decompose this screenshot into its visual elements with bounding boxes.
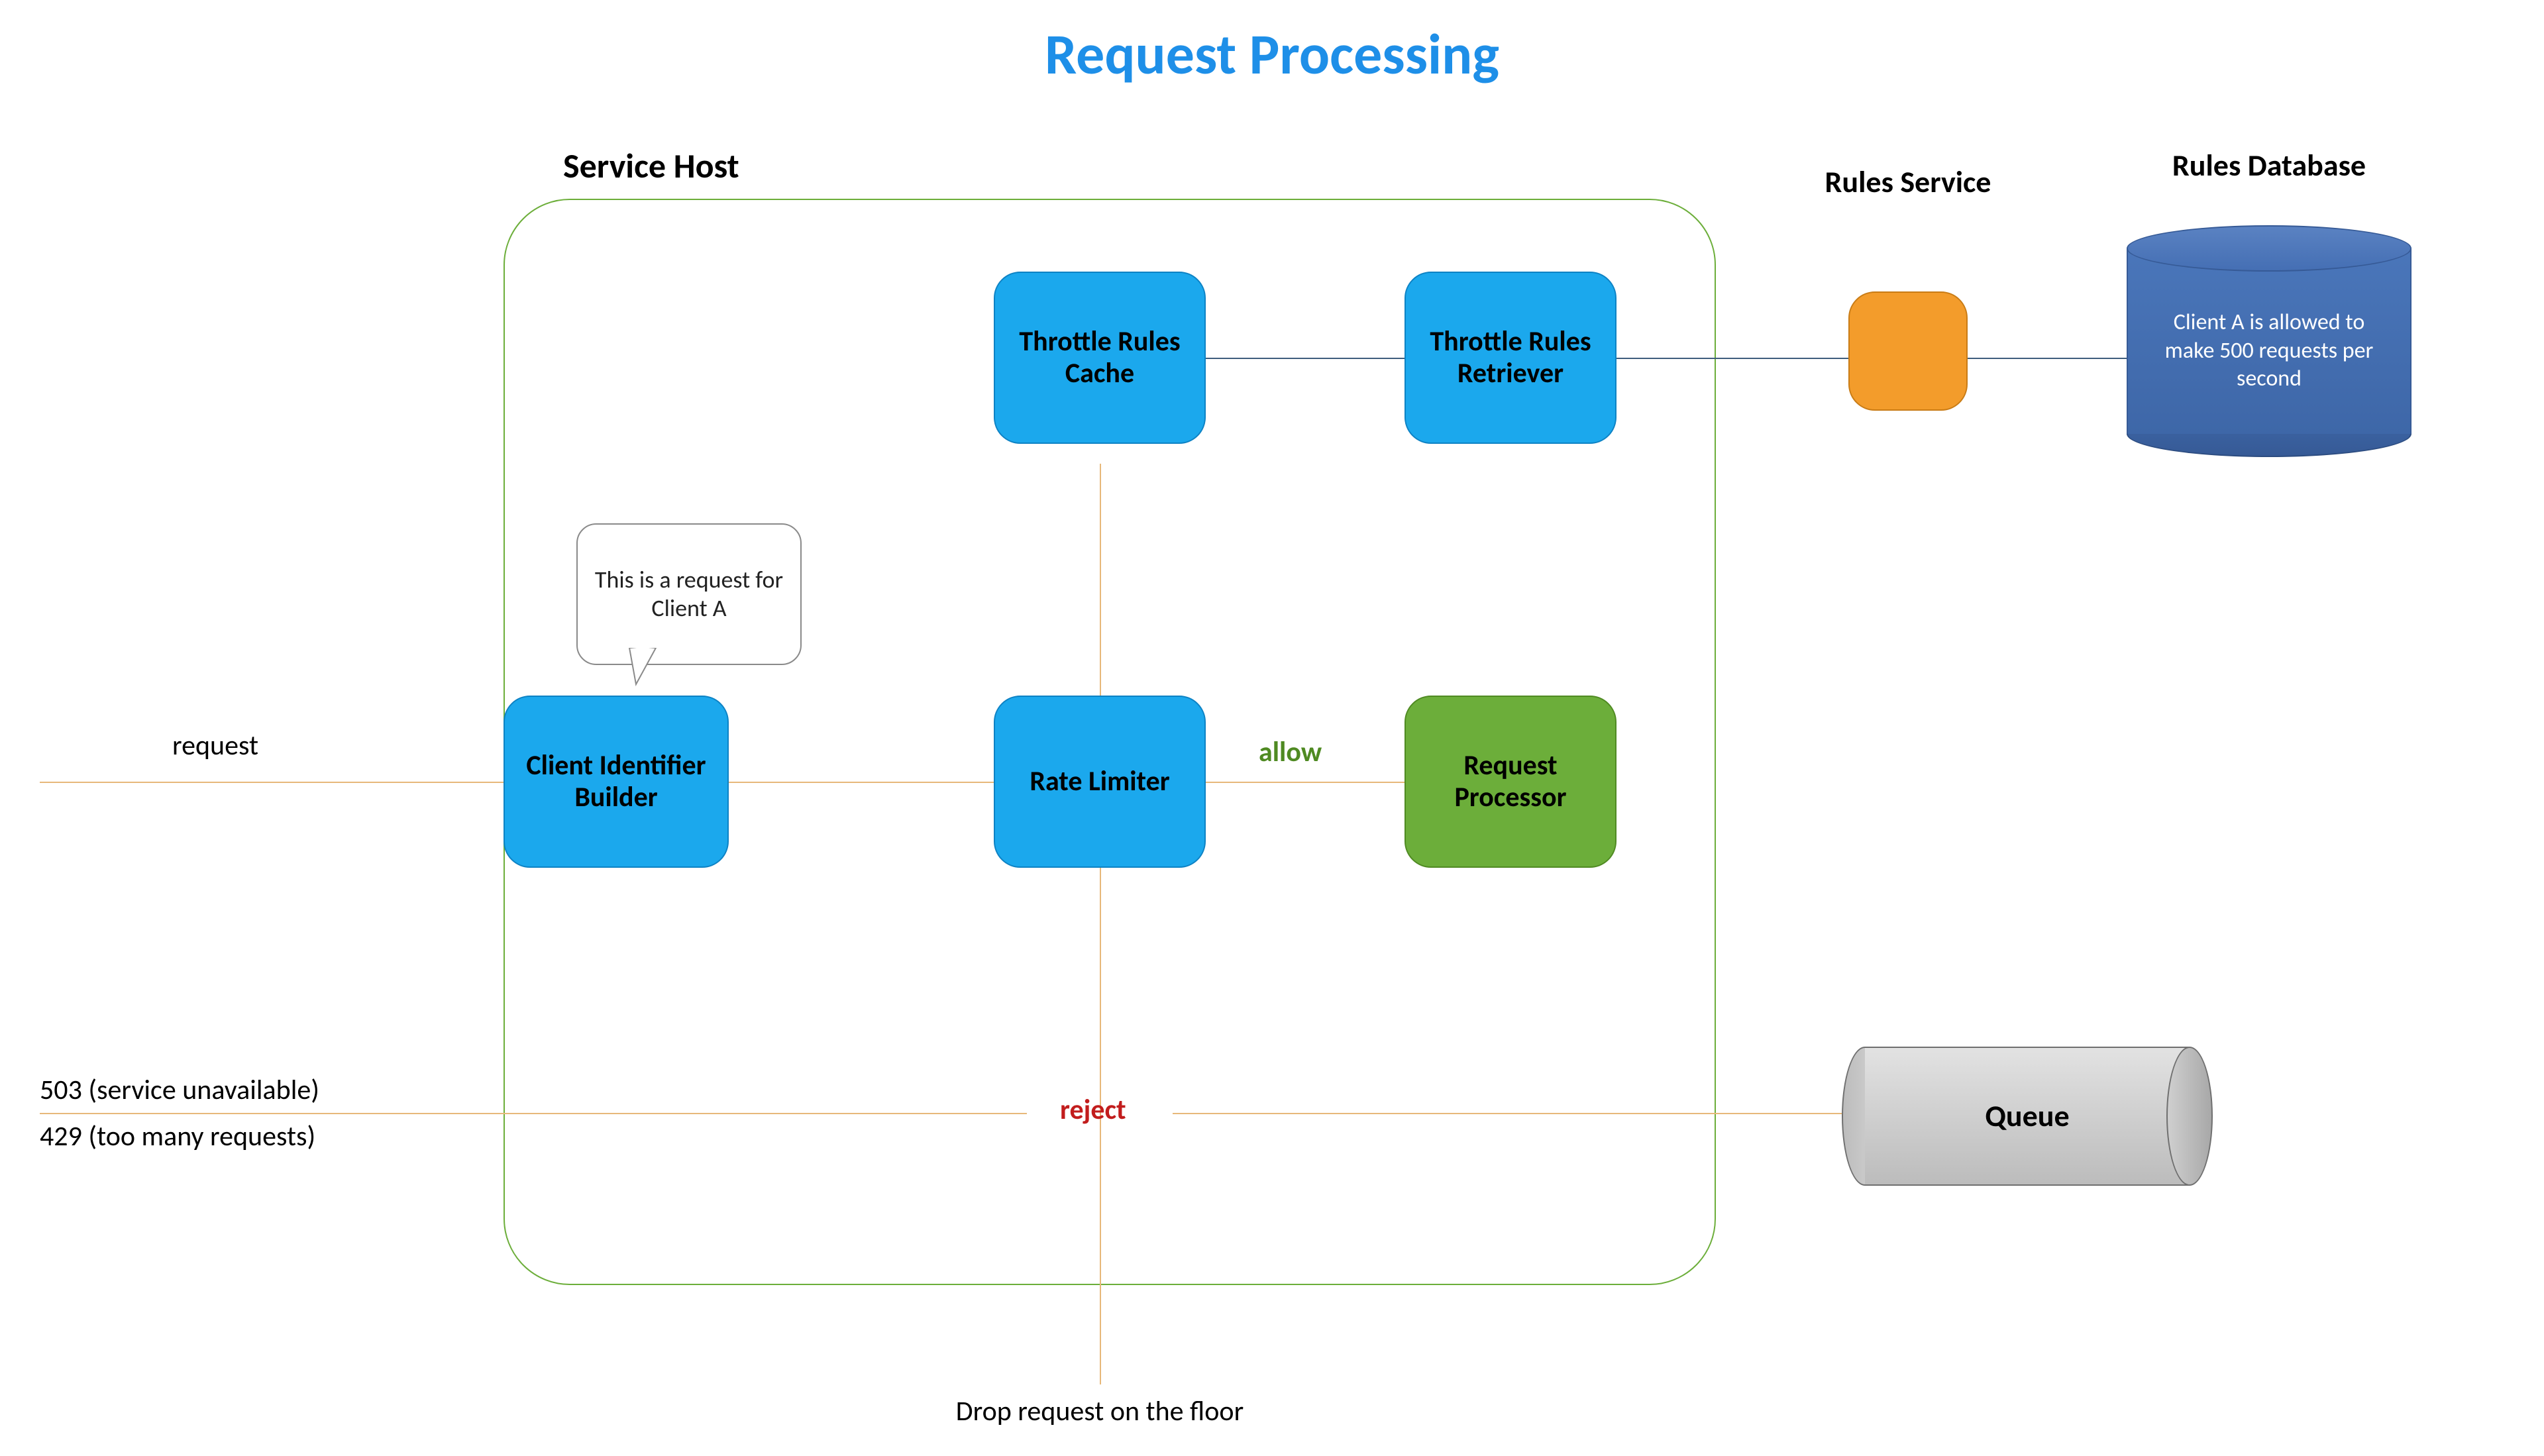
node-client-identifier-builder: Client Identifier Builder xyxy=(504,696,729,868)
db-rule-text: Client A is allowed to make 500 requests… xyxy=(2148,309,2390,393)
node-label: Client Identifier Builder xyxy=(511,750,721,814)
node-throttle-rules-cache: Throttle Rules Cache xyxy=(994,272,1206,444)
service-host-label: Service Host xyxy=(563,144,739,187)
node-throttle-rules-retriever: Throttle Rules Retriever xyxy=(1404,272,1616,444)
node-label: Request Processor xyxy=(1412,750,1609,814)
edge-reject-right xyxy=(1173,1113,1842,1114)
page-title: Request Processing xyxy=(0,20,2544,89)
edge-request-in xyxy=(40,782,504,783)
edge-rules-service-db xyxy=(1968,358,2127,359)
edge-label-allow: allow xyxy=(1259,735,1322,769)
callout-text: This is a request for Client A xyxy=(590,566,788,623)
node-queue: Queue xyxy=(1842,1047,2213,1186)
rules-database-label: Rules Database xyxy=(2123,147,2415,184)
node-label: Rate Limiter xyxy=(1030,766,1169,798)
node-label: Throttle Rules Retriever xyxy=(1412,326,1609,390)
response-429: 429 (too many requests) xyxy=(40,1119,315,1153)
node-label: Throttle Rules Cache xyxy=(1002,326,1198,390)
node-request-processor: Request Processor xyxy=(1404,696,1616,868)
diagram-stage: Request Processing Service Host Rules Se… xyxy=(0,0,2544,1456)
response-503: 503 (service unavailable) xyxy=(40,1073,319,1107)
edge-retriever-rules-service xyxy=(1616,358,1848,359)
edge-cache-retriever xyxy=(1206,358,1404,359)
queue-label: Queue xyxy=(1985,1098,2069,1135)
callout-tail xyxy=(623,648,662,688)
callout-client-a: This is a request for Client A xyxy=(576,523,802,665)
edge-rl-allow xyxy=(1206,782,1404,783)
edge-cache-rl xyxy=(1100,464,1101,715)
rules-service-label: Rules Service xyxy=(1822,166,1994,199)
edge-reject-left xyxy=(40,1113,1027,1114)
node-rules-database: Client A is allowed to make 500 requests… xyxy=(2127,225,2412,457)
drop-on-floor-label: Drop request on the floor xyxy=(782,1394,1418,1428)
edge-label-reject: reject xyxy=(1060,1093,1126,1127)
edge-label-request: request xyxy=(172,729,258,762)
node-rate-limiter: Rate Limiter xyxy=(994,696,1206,868)
edge-cib-rl xyxy=(729,782,994,783)
node-rules-service xyxy=(1848,291,1968,411)
